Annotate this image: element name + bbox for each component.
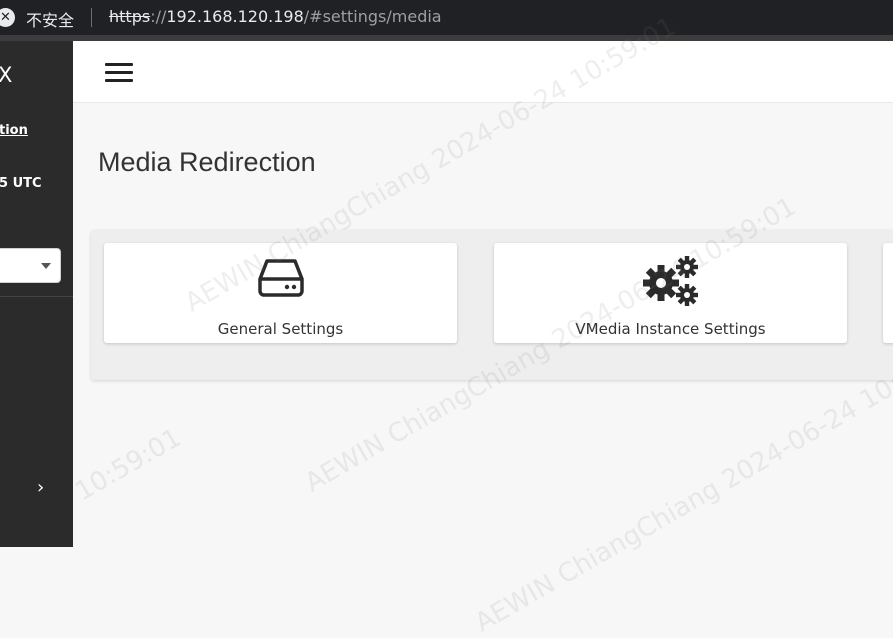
url-separator: ://: [150, 7, 167, 26]
url-scheme: https: [109, 7, 151, 26]
top-bar: [73, 41, 893, 103]
sidebar-time: 5 UTC: [0, 176, 42, 191]
hard-drive-icon: [257, 255, 305, 303]
menu-icon[interactable]: [105, 63, 133, 83]
address-divider: [91, 8, 92, 27]
chevron-down-icon: [41, 263, 51, 269]
card-label: General Settings: [217, 320, 344, 338]
url-field[interactable]: https://192.168.120.198/#settings/media: [109, 7, 442, 26]
watermark-text: 10:59:01: [70, 422, 187, 508]
partial-card[interactable]: [883, 243, 893, 343]
page-title: Media Redirection: [98, 147, 316, 177]
card-label: VMedia Instance Settings: [575, 320, 766, 338]
sidebar-select[interactable]: [0, 248, 61, 283]
sidebar-brand: X: [0, 63, 13, 87]
sidebar-divider: [0, 296, 73, 297]
insecure-warning-icon[interactable]: ✕: [0, 8, 15, 27]
url-path: /#settings/media: [303, 7, 442, 26]
gears-icon: [641, 255, 701, 311]
general-settings-card[interactable]: General Settings: [104, 243, 457, 343]
chevron-right-icon[interactable]: ›: [37, 477, 44, 498]
security-label[interactable]: 不安全: [26, 7, 74, 31]
browser-address-bar: ✕ 不安全 https://192.168.120.198/#settings/…: [0, 0, 893, 35]
url-host: 192.168.120.198: [166, 7, 304, 26]
vmedia-instance-settings-card[interactable]: VMedia Instance Settings: [494, 243, 847, 343]
sidebar-nav-link[interactable]: tion: [0, 123, 28, 138]
sidebar: X tion 5 UTC ›: [0, 41, 73, 547]
